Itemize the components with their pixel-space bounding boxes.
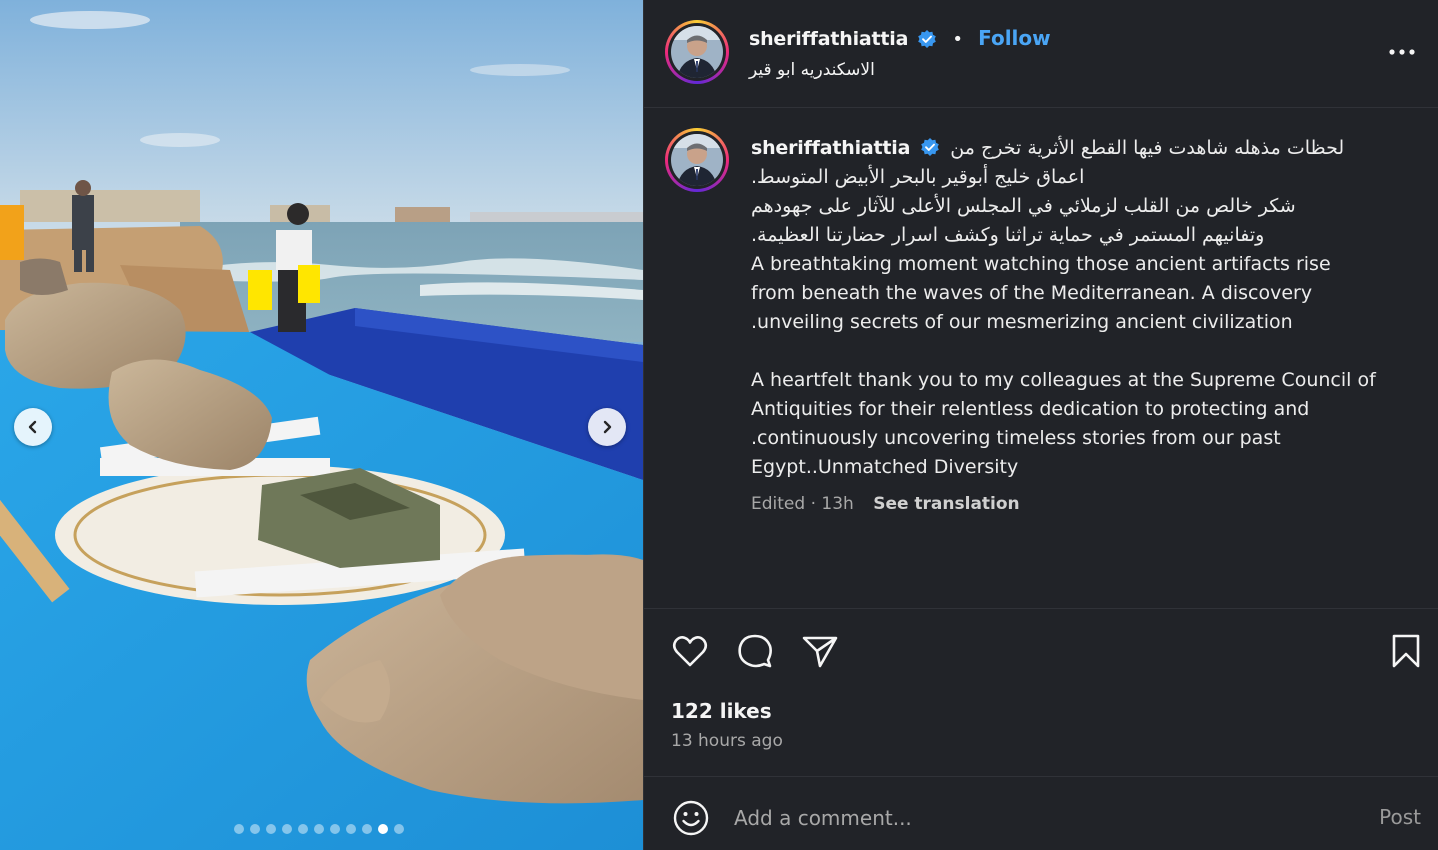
carousel-dot bbox=[298, 824, 308, 834]
caption-text: from beneath the waves of the Mediterran… bbox=[751, 282, 1313, 304]
caption-username[interactable]: sheriffathiattia bbox=[751, 137, 910, 159]
comment-button[interactable] bbox=[735, 631, 775, 671]
verified-badge-icon bbox=[918, 29, 937, 48]
post-photo bbox=[0, 0, 643, 850]
caption-text: A heartfelt thank you to my colleagues a… bbox=[751, 369, 1376, 391]
comment-input[interactable] bbox=[734, 801, 1334, 835]
caption-line-1: sheriffathiattia لحظات مذهله شاهدت فيها … bbox=[751, 134, 1411, 163]
carousel-dot bbox=[330, 824, 340, 834]
chevron-right-icon bbox=[603, 420, 612, 434]
carousel-dot bbox=[314, 824, 324, 834]
post-header: sheriffathiattia • Follow الاسكندريه ابو… bbox=[644, 0, 1438, 108]
caption-text: Egypt..Unmatched Diversity bbox=[751, 456, 1019, 478]
verified-badge-icon bbox=[921, 137, 940, 156]
caption-text: وتفانيهم المستمر في حماية تراثنا وكشف اس… bbox=[751, 224, 1265, 246]
carousel-prev-button[interactable] bbox=[14, 408, 52, 446]
more-options-button[interactable] bbox=[1387, 42, 1417, 62]
caption-text: اعماق خليج أبوقير بالبحر الأبيض المتوسط. bbox=[751, 166, 1085, 188]
post-actions: 122 likes 13 hours ago bbox=[644, 608, 1438, 776]
save-button[interactable] bbox=[1386, 631, 1426, 671]
post-side-panel: sheriffathiattia • Follow الاسكندريه ابو… bbox=[643, 0, 1438, 850]
caption-text: Antiquities for their relentless dedicat… bbox=[751, 398, 1310, 420]
heart-icon bbox=[672, 636, 708, 667]
post-time[interactable]: 13 hours ago bbox=[671, 731, 783, 751]
see-translation-link[interactable]: See translation bbox=[873, 494, 1019, 514]
comment-icon bbox=[738, 634, 772, 668]
author-avatar[interactable] bbox=[665, 20, 729, 84]
carousel-dot bbox=[394, 824, 404, 834]
send-icon bbox=[802, 636, 838, 668]
caption-text: .continuously uncovering timeless storie… bbox=[751, 427, 1281, 449]
carousel-dot bbox=[378, 824, 388, 834]
carousel-dot bbox=[266, 824, 276, 834]
carousel-dot bbox=[250, 824, 260, 834]
likes-count[interactable]: 122 likes bbox=[671, 699, 772, 723]
post-caption: sheriffathiattia لحظات مذهله شاهدت فيها … bbox=[751, 134, 1411, 482]
caption-text: .unveiling secrets of our mesmerizing an… bbox=[751, 311, 1293, 333]
caption-text: لحظات مذهله شاهدت فيها القطع الأثرية تخر… bbox=[950, 137, 1345, 159]
author-username[interactable]: sheriffathiattia bbox=[749, 28, 908, 50]
follow-button[interactable]: Follow bbox=[978, 26, 1051, 50]
carousel-dot bbox=[282, 824, 292, 834]
caption-meta: Edited · 13h See translation bbox=[751, 494, 1020, 514]
caption-text: A breathtaking moment watching those anc… bbox=[751, 253, 1331, 275]
more-horizontal-icon bbox=[1389, 49, 1415, 55]
author-photo bbox=[671, 26, 723, 78]
post-location[interactable]: الاسكندريه ابو قير bbox=[749, 60, 875, 80]
caption-author-avatar[interactable] bbox=[665, 128, 729, 192]
share-button[interactable] bbox=[800, 631, 840, 671]
carousel-indicator bbox=[234, 824, 404, 834]
chevron-left-icon bbox=[28, 420, 37, 434]
post-media[interactable] bbox=[0, 0, 643, 850]
comment-composer: Post bbox=[644, 776, 1438, 850]
emoji-icon bbox=[673, 800, 709, 836]
caption-text: شكر خالص من القلب لزملائي في المجلس الأع… bbox=[751, 195, 1296, 217]
emoji-button[interactable] bbox=[672, 799, 710, 837]
carousel-dot bbox=[346, 824, 356, 834]
header-separator: • bbox=[952, 29, 964, 50]
bookmark-icon bbox=[1392, 634, 1420, 668]
carousel-dot bbox=[234, 824, 244, 834]
carousel-dot bbox=[362, 824, 372, 834]
caption-section: sheriffathiattia لحظات مذهله شاهدت فيها … bbox=[644, 108, 1438, 608]
post-comment-button[interactable]: Post bbox=[1379, 805, 1421, 829]
author-photo bbox=[671, 134, 723, 186]
carousel-next-button[interactable] bbox=[588, 408, 626, 446]
edited-timestamp: Edited · 13h bbox=[751, 494, 854, 514]
like-button[interactable] bbox=[670, 631, 710, 671]
